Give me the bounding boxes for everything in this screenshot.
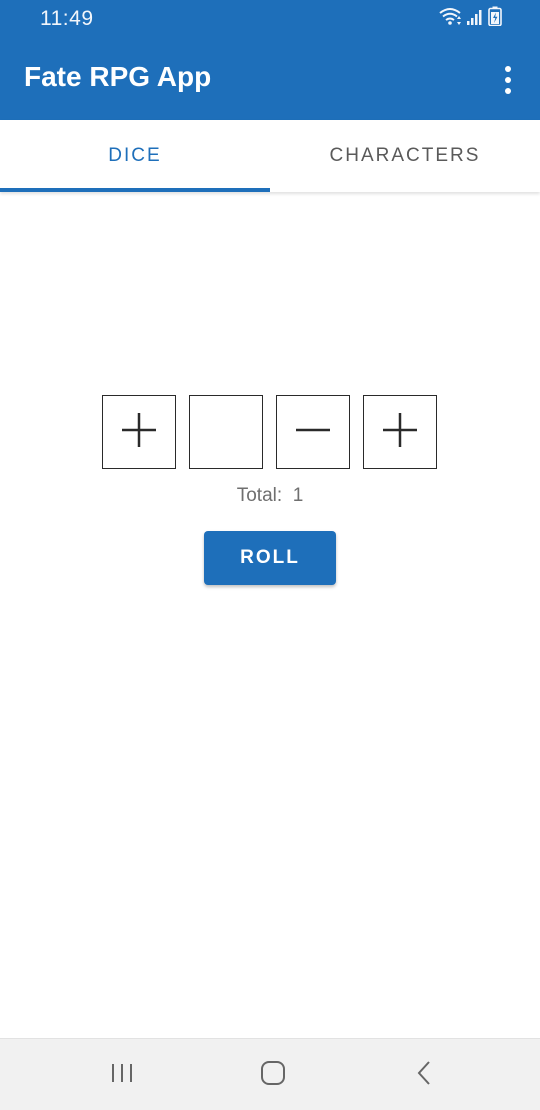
status-icons: [438, 6, 502, 31]
die-3-minus: [276, 395, 350, 469]
die-4-plus: [363, 395, 437, 469]
app-title: Fate RPG App: [24, 61, 212, 92]
home-icon: [259, 1059, 287, 1092]
tab-bar: DICE CHARACTERS: [0, 120, 540, 192]
roll-button[interactable]: ROLL: [204, 531, 336, 585]
tab-dice-label: DICE: [108, 145, 162, 166]
plus-icon: [380, 410, 420, 455]
more-vert-icon: [505, 66, 511, 94]
home-button[interactable]: [255, 1057, 291, 1093]
navigation-bar: [0, 1038, 540, 1110]
status-bar: 11:49: [0, 0, 540, 40]
tab-indicator: [0, 188, 270, 192]
tab-characters-label: CHARACTERS: [329, 145, 481, 166]
recent-apps-icon: [108, 1061, 136, 1090]
status-time: 11:49: [40, 7, 94, 30]
signal-icon: [466, 8, 484, 31]
total-row: Total: 1: [0, 485, 540, 507]
wifi-icon: [438, 6, 462, 31]
plus-icon: [119, 410, 159, 455]
battery-charging-icon: [488, 6, 502, 31]
dice-row: [102, 395, 437, 469]
die-1-plus: [102, 395, 176, 469]
total-value: 1: [292, 485, 304, 506]
total-label: Total:: [236, 485, 283, 506]
app-bar: Fate RPG App: [0, 40, 540, 120]
more-options-button[interactable]: [494, 62, 522, 98]
die-2-blank: [189, 395, 263, 469]
tab-characters[interactable]: CHARACTERS: [270, 120, 540, 192]
recent-apps-button[interactable]: [104, 1057, 140, 1093]
tab-dice[interactable]: DICE: [0, 120, 270, 192]
back-icon: [412, 1059, 436, 1092]
back-button[interactable]: [406, 1057, 442, 1093]
screen: 11:49 Fate RPG App DICE CHARACTERS Total…: [0, 0, 540, 1110]
minus-icon: [293, 410, 333, 455]
roll-button-label: ROLL: [240, 547, 300, 568]
